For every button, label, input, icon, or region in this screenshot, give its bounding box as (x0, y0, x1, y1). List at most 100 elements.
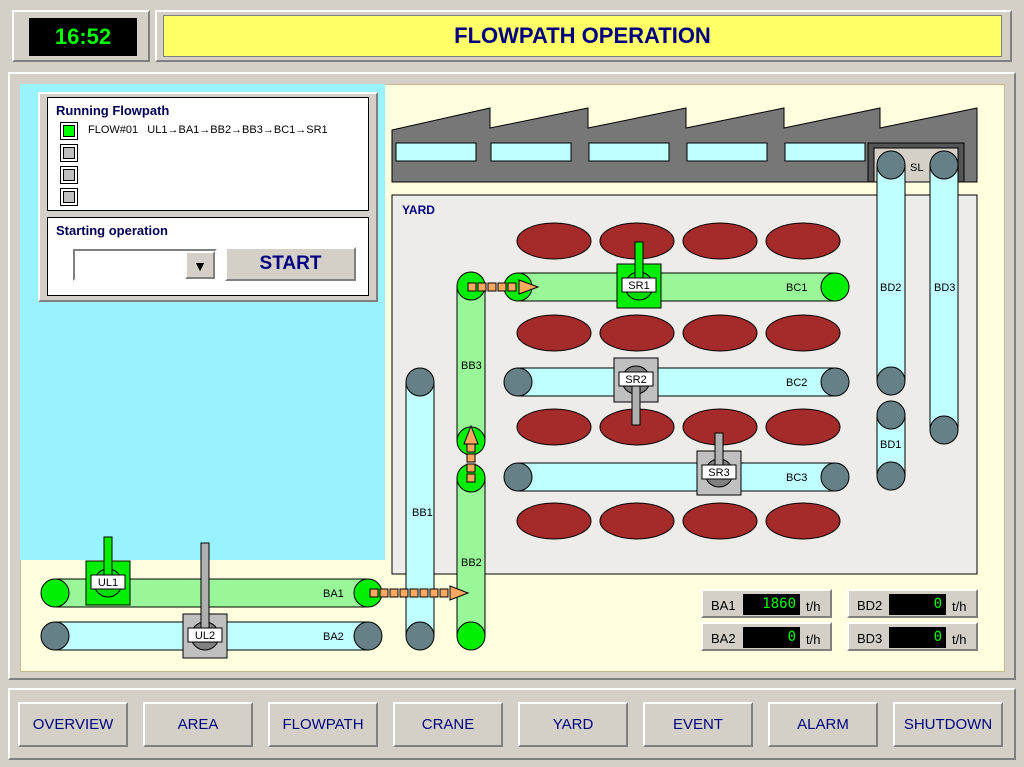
flow-marker (507, 282, 517, 292)
crane-label: SR1 (628, 280, 649, 292)
flow-marker (409, 588, 419, 598)
conveyor-label: BA2 (323, 631, 344, 643)
conveyor-bc1[interactable]: BC1 (503, 272, 850, 302)
stockpile (682, 314, 758, 352)
stockpile (516, 408, 592, 446)
pulley (876, 461, 906, 491)
conveyor-label: BD2 (880, 282, 901, 294)
crane-label: SR2 (625, 374, 646, 386)
pulley (820, 367, 850, 397)
flow-marker (487, 282, 497, 292)
conveyor-bc3[interactable]: BC3 (503, 462, 850, 492)
crane-label: SR3 (708, 467, 729, 479)
pulley (456, 621, 486, 651)
conveyor-bd1[interactable]: BD1 (876, 400, 906, 491)
flow-lamp-4[interactable] (60, 188, 78, 206)
pulley (820, 462, 850, 492)
stockpile (516, 502, 592, 540)
readout-ba1: BA1 1860 t/h (701, 589, 832, 618)
pulley (503, 367, 533, 397)
stockpile (765, 222, 841, 260)
sl-label: SL (910, 162, 923, 174)
dropdown-arrow-icon[interactable]: ▼ (185, 251, 215, 279)
flow-marker (466, 443, 476, 453)
conveyor-label: BB2 (461, 557, 482, 569)
flow-marker (497, 282, 507, 292)
flow-marker (419, 588, 429, 598)
conveyor-bb2[interactable]: BB2 (456, 463, 486, 651)
pulley (40, 621, 70, 651)
flow-lamp-2[interactable] (60, 144, 78, 162)
flow-marker (439, 588, 449, 598)
conveyor-bc2[interactable]: BC2 (503, 367, 850, 397)
readout-value: 0 (889, 627, 946, 648)
crane-ul1[interactable]: UL1 (85, 536, 131, 606)
conveyor-label: BA1 (323, 588, 344, 600)
conveyor-label: BC1 (786, 282, 807, 294)
nav-yard-button[interactable]: YARD (518, 702, 628, 747)
running-flowpath-title: Running Flowpath (56, 103, 170, 118)
start-button[interactable]: START (225, 247, 356, 281)
nav-area-button[interactable]: AREA (143, 702, 253, 747)
stockpile (599, 314, 675, 352)
flow-marker (389, 588, 399, 598)
flow-marker (477, 282, 487, 292)
conveyor-label: BB1 (412, 507, 433, 519)
flow-marker (399, 588, 409, 598)
conveyor-label: BD1 (880, 439, 901, 451)
readout-value: 1860 (743, 594, 800, 615)
readout-label: BD3 (857, 631, 883, 646)
pulley (40, 578, 70, 608)
pulley (353, 621, 383, 651)
pulley (929, 415, 959, 445)
crane-label: UL2 (195, 630, 215, 642)
stockpile (516, 314, 592, 352)
flow-marker (466, 473, 476, 483)
nav-alarm-button[interactable]: ALARM (768, 702, 878, 747)
readout-label: BA2 (711, 631, 736, 646)
pulley (503, 462, 533, 492)
stockpile (765, 314, 841, 352)
pulley (820, 272, 850, 302)
nav-flowpath-button[interactable]: FLOWPATH (268, 702, 378, 747)
readout-unit: t/h (952, 599, 967, 614)
pulley (405, 621, 435, 651)
conveyor-bd2[interactable]: BD2 (876, 150, 906, 396)
flow-marker (369, 588, 379, 598)
pulley (876, 150, 906, 180)
nav-overview-button[interactable]: OVERVIEW (18, 702, 128, 747)
flow-lamp-3[interactable] (60, 166, 78, 184)
readout-ba2: BA2 0 t/h (701, 622, 832, 651)
readout-value: 0 (743, 627, 800, 648)
stockpile (765, 408, 841, 446)
flow-lamp-1[interactable] (60, 122, 78, 140)
conveyor-label: BB3 (461, 360, 482, 372)
pulley (876, 400, 906, 430)
conveyor-bb1[interactable]: BB1 (405, 367, 435, 651)
flow-marker (466, 463, 476, 473)
starting-operation-title: Starting operation (56, 223, 168, 238)
readout-bd3: BD3 0 t/h (847, 622, 978, 651)
flowpath-select[interactable]: ▼ (73, 249, 217, 281)
starting-operation-panel: Starting operation ▼ START (47, 217, 369, 296)
stockpile (765, 502, 841, 540)
crane-boom (200, 542, 210, 637)
nav-event-button[interactable]: EVENT (643, 702, 753, 747)
building-windows (395, 142, 866, 162)
crane-boom (631, 379, 641, 426)
conveyor-bd3[interactable]: BD3 (929, 150, 959, 445)
readout-value: 0 (889, 594, 946, 615)
nav-crane-button[interactable]: CRANE (393, 702, 503, 747)
pulley (929, 150, 959, 180)
conveyor-label: BC3 (786, 472, 807, 484)
stockpile (599, 502, 675, 540)
readout-unit: t/h (952, 632, 967, 647)
stockpile (516, 222, 592, 260)
conveyor-label: BD3 (934, 282, 955, 294)
readout-unit: t/h (806, 599, 821, 614)
readout-bd2: BD2 0 t/h (847, 589, 978, 618)
stockpile (682, 502, 758, 540)
readout-label: BA1 (711, 598, 736, 613)
nav-shutdown-button[interactable]: SHUTDOWN (893, 702, 1003, 747)
readout-unit: t/h (806, 632, 821, 647)
